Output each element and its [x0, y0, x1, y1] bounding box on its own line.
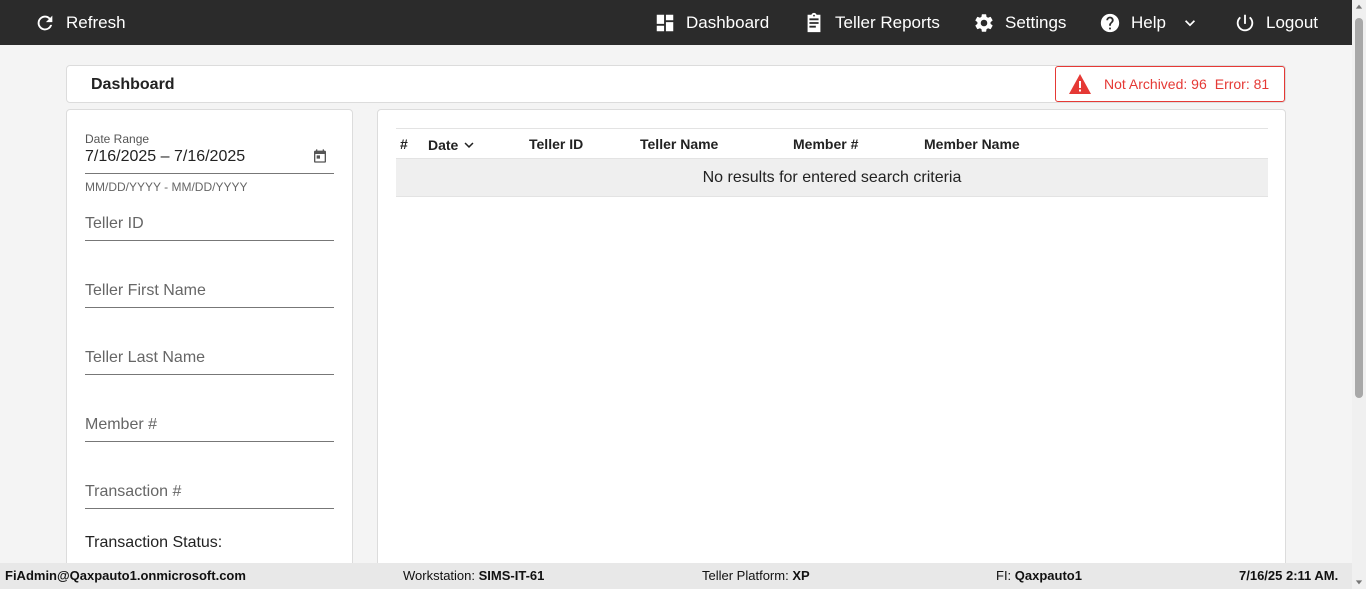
column-header-teller-id[interactable]: Teller ID — [529, 136, 583, 152]
nav-teller-reports[interactable]: Teller Reports — [803, 0, 940, 45]
scrollbar-thumb[interactable] — [1355, 18, 1363, 398]
footer-workstation-label: Workstation: — [403, 568, 476, 583]
footer-user: FiAdmin@Qaxpauto1.onmicrosoft.com — [5, 568, 246, 583]
power-icon — [1234, 12, 1256, 34]
date-format-hint: MM/DD/YYYY - MM/DD/YYYY — [85, 180, 248, 194]
footer-workstation-value: SIMS-IT-61 — [478, 568, 545, 583]
footer-datetime: 7/16/25 2:11 AM. — [1239, 568, 1339, 583]
calendar-icon[interactable] — [312, 148, 328, 164]
nav-help-label: Help — [1131, 12, 1166, 32]
date-range-field[interactable]: 7/16/2025 – 7/16/2025 — [85, 148, 334, 174]
teller-last-name-field[interactable]: Teller Last Name — [85, 349, 334, 375]
sort-chevron-down-icon — [464, 142, 474, 148]
top-nav-bar: Refresh Dashboard Teller Reports Setting… — [0, 0, 1352, 45]
footer-fi: FI: Qaxpauto1 — [996, 568, 1082, 583]
logout-button[interactable]: Logout — [1234, 0, 1318, 45]
warning-icon — [1069, 74, 1091, 94]
archive-status-badge[interactable]: Not Archived: 96 Error: 81 — [1055, 66, 1285, 102]
logout-label: Logout — [1266, 12, 1318, 32]
date-range-value: 7/16/2025 – 7/16/2025 — [85, 148, 246, 165]
footer-platform-label: Teller Platform: — [702, 568, 789, 583]
transaction-number-field[interactable]: Transaction # — [85, 483, 334, 509]
column-header-number[interactable]: # — [400, 136, 408, 152]
footer-platform-value: XP — [792, 568, 810, 583]
footer-workstation: Workstation: SIMS-IT-61 — [403, 568, 544, 583]
teller-first-name-placeholder: Teller First Name — [85, 282, 206, 299]
vertical-scrollbar[interactable] — [1352, 0, 1366, 589]
footer-fi-label: FI: — [996, 568, 1012, 583]
nav-help[interactable]: Help — [1099, 0, 1200, 45]
nav-teller-reports-label: Teller Reports — [835, 12, 940, 32]
refresh-button[interactable]: Refresh — [34, 0, 126, 45]
refresh-icon — [34, 12, 56, 34]
status-footer: FiAdmin@Qaxpauto1.onmicrosoft.com Workst… — [0, 563, 1352, 589]
not-archived-count: Not Archived: 96 — [1104, 76, 1207, 92]
date-range-label: Date Range — [85, 132, 150, 146]
page-title: Dashboard — [91, 76, 175, 93]
dashboard-header: Dashboard Not Archived: 96 Error: 81 — [66, 65, 1286, 103]
scroll-down-arrow-icon[interactable] — [1352, 575, 1366, 589]
nav-dashboard-label: Dashboard — [686, 12, 770, 32]
filter-panel: Date Range 7/16/2025 – 7/16/2025 MM/DD/Y… — [66, 109, 353, 569]
column-header-member-name[interactable]: Member Name — [924, 136, 1020, 152]
gear-icon — [973, 12, 995, 34]
column-header-teller-name[interactable]: Teller Name — [640, 136, 718, 152]
scroll-up-arrow-icon[interactable] — [1352, 0, 1366, 14]
transaction-status-label: Transaction Status: — [85, 534, 223, 551]
nav-settings[interactable]: Settings — [973, 0, 1066, 45]
refresh-label: Refresh — [66, 12, 126, 32]
column-header-member-number[interactable]: Member # — [793, 136, 858, 152]
results-panel: # Date Teller ID Teller Name Member # Me… — [377, 109, 1286, 569]
table-header: # Date Teller ID Teller Name Member # Me… — [396, 128, 1268, 159]
nav-settings-label: Settings — [1005, 12, 1067, 32]
footer-platform: Teller Platform: XP — [702, 568, 810, 583]
teller-last-name-placeholder: Teller Last Name — [85, 349, 206, 366]
error-count: Error: 81 — [1214, 76, 1270, 92]
member-number-field[interactable]: Member # — [85, 416, 334, 442]
dashboard-grid-icon — [654, 12, 676, 34]
nav-dashboard[interactable]: Dashboard — [654, 0, 769, 45]
chevron-down-icon — [1180, 13, 1200, 33]
footer-fi-value: Qaxpauto1 — [1014, 568, 1082, 583]
transaction-number-placeholder: Transaction # — [85, 483, 182, 500]
help-circle-icon — [1099, 12, 1121, 34]
teller-first-name-field[interactable]: Teller First Name — [85, 282, 334, 308]
member-number-placeholder: Member # — [85, 416, 158, 433]
column-header-date-label: Date — [428, 137, 459, 153]
clipboard-icon — [803, 12, 825, 34]
teller-id-field[interactable]: Teller ID — [85, 215, 334, 241]
empty-results-message: No results for entered search criteria — [396, 159, 1268, 197]
column-header-date[interactable]: Date — [428, 136, 478, 154]
teller-id-placeholder: Teller ID — [85, 215, 144, 232]
